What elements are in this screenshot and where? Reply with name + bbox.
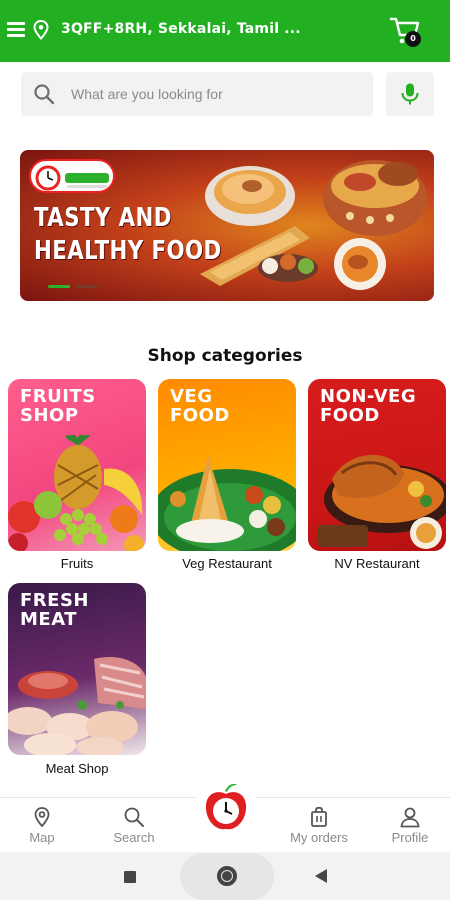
nav-item-search[interactable]: Search (89, 798, 179, 853)
category-card-fruits[interactable]: FRUITS SHOP (8, 379, 146, 551)
nav-label-search: Search (113, 830, 155, 845)
profile-icon (400, 807, 420, 828)
banner-headline-line2: HEALTHY FOOD (34, 236, 222, 266)
shopping-bag-icon (311, 806, 327, 827)
non-veg-food-image (318, 454, 446, 549)
home-logo-button[interactable] (195, 777, 257, 839)
nav-label-profile: Profile (391, 830, 429, 845)
veg-food-image (158, 455, 296, 551)
map-pin-icon (34, 807, 50, 828)
section-title: Shop categories (147, 346, 303, 366)
meat-image (8, 657, 146, 755)
category-card-title: NON-VEG FOOD (320, 386, 417, 426)
carousel-indicator-active[interactable] (48, 285, 70, 288)
category-card-meat-shop[interactable]: FRESH MEAT (8, 583, 146, 755)
menu-icon[interactable] (7, 22, 25, 37)
back-icon[interactable] (315, 869, 327, 883)
voice-search-button[interactable] (386, 72, 434, 116)
nav-item-profile[interactable]: Profile (365, 798, 450, 853)
category-card-nv-restaurant[interactable]: NON-VEG FOOD (308, 379, 446, 551)
nav-label-map: Map (29, 830, 55, 845)
fruits-image (8, 435, 144, 551)
brand-logo (29, 159, 115, 193)
search-icon (34, 84, 55, 105)
search-bar[interactable] (21, 72, 373, 116)
top-app-bar: 3QFF+8RH, Sekkalai, Tamil ... 0 (0, 0, 450, 62)
carousel-indicator[interactable] (76, 285, 98, 288)
apple-clock-logo-icon (205, 783, 247, 830)
category-label-fruits[interactable]: Fruits (0, 556, 157, 571)
banner-headline: TASTY AND HEALTHY FOOD (34, 202, 222, 268)
category-card-title: FRESH MEAT (20, 590, 89, 630)
category-label-veg-restaurant[interactable]: Veg Restaurant (147, 556, 307, 571)
recent-apps-icon[interactable] (124, 871, 136, 883)
apple-clock-logo-icon (35, 165, 109, 191)
category-label-meat-shop[interactable]: Meat Shop (0, 761, 157, 776)
nav-item-my-orders[interactable]: My orders (274, 798, 364, 853)
search-input[interactable] (71, 84, 361, 104)
home-icon-dot (222, 871, 232, 881)
location-pin-icon[interactable] (33, 20, 49, 40)
category-label-nv-restaurant[interactable]: NV Restaurant (297, 556, 450, 571)
microphone-icon (401, 83, 419, 105)
category-card-title: VEG FOOD (170, 386, 230, 426)
nav-label-my-orders: My orders (290, 830, 348, 845)
category-card-veg-restaurant[interactable]: VEG FOOD (158, 379, 296, 551)
delivery-address[interactable]: 3QFF+8RH, Sekkalai, Tamil ... (61, 21, 301, 37)
banner-headline-line1: TASTY AND (34, 203, 172, 233)
category-card-title: FRUITS SHOP (20, 386, 96, 426)
food-illustration (200, 160, 427, 290)
promo-banner[interactable]: TASTY AND HEALTHY FOOD (20, 150, 434, 301)
search-icon (124, 807, 144, 827)
cart-count-badge: 0 (405, 31, 421, 47)
nav-item-map[interactable]: Map (0, 798, 87, 853)
